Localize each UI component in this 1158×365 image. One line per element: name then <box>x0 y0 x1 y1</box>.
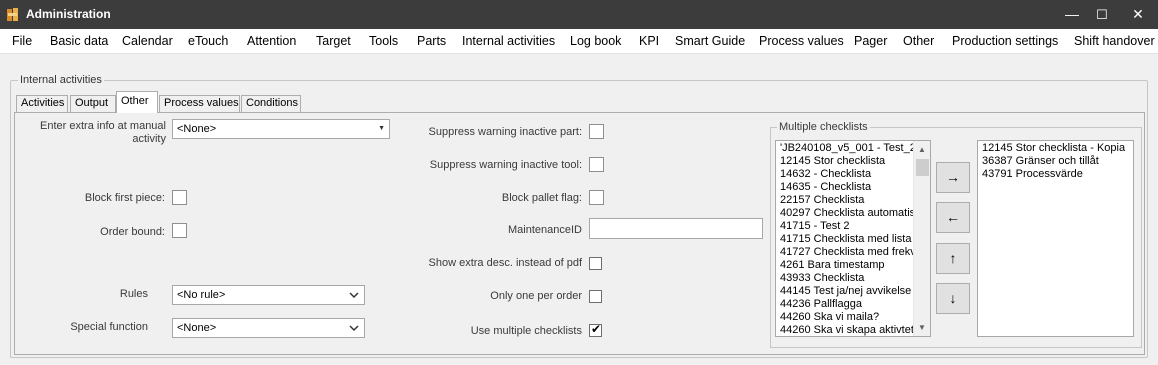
list-scrollbar[interactable]: ▲ ▼ <box>913 141 930 336</box>
block-pallet-checkbox[interactable] <box>589 190 604 205</box>
check-mark-icon: ✔ <box>591 322 602 336</box>
special-function-value: <None> <box>177 322 217 334</box>
scroll-thumb[interactable] <box>916 159 929 176</box>
only-one-per-order-label: Only one per order <box>490 290 582 302</box>
tab-other[interactable]: Other <box>116 91 158 113</box>
title-bar: Administration <box>0 0 1158 29</box>
list-item[interactable]: 12145 Stor checklista - Kopia <box>982 142 1125 154</box>
move-up-button[interactable]: ↑ <box>936 243 970 274</box>
menu-etouch[interactable]: eTouch <box>188 34 228 48</box>
menu-target[interactable]: Target <box>316 34 351 48</box>
suppress-tool-checkbox[interactable] <box>589 157 604 172</box>
show-extra-desc-label: Show extra desc. instead of pdf <box>428 257 582 269</box>
list-item[interactable]: 41715 Checklista med lista <box>780 233 911 245</box>
list-item[interactable]: 12145 Stor checklista <box>780 155 885 167</box>
list-item[interactable]: 44260 Ska vi maila? <box>780 311 879 323</box>
tab-process-values[interactable]: Process values <box>159 95 240 112</box>
chevron-down-icon <box>349 325 359 332</box>
list-item[interactable]: 4261 Bara timestamp <box>780 259 885 271</box>
menu-production-settings[interactable]: Production settings <box>952 34 1058 48</box>
order-bound-checkbox[interactable] <box>172 223 187 238</box>
list-item[interactable]: 22157 Checklista <box>780 194 864 206</box>
block-first-piece-checkbox[interactable] <box>172 190 187 205</box>
list-item[interactable]: 43791 Processvärde <box>982 168 1083 180</box>
rules-label: Rules <box>119 288 148 300</box>
use-multiple-checklists-checkbox[interactable]: ✔ <box>589 322 602 337</box>
maintenance-id-label: MaintenanceID <box>508 224 582 236</box>
tab-activities[interactable]: Activities <box>16 95 68 112</box>
scroll-down-icon[interactable]: ▼ <box>914 319 930 336</box>
menu-log-book[interactable]: Log book <box>570 34 621 48</box>
multiple-checklists-legend: Multiple checklists <box>777 121 870 133</box>
menu-basic-data[interactable]: Basic data <box>50 34 108 48</box>
tab-output[interactable]: Output <box>70 95 116 112</box>
only-one-per-order-checkbox[interactable] <box>589 290 602 303</box>
menu-kpi[interactable]: KPI <box>639 34 659 48</box>
menu-parts[interactable]: Parts <box>417 34 446 48</box>
list-item[interactable]: 44260 Ska vi skapa aktivtet <box>780 324 914 336</box>
suppress-part-checkbox[interactable] <box>589 124 604 139</box>
chevron-down-icon <box>349 292 359 299</box>
tab-conditions[interactable]: Conditions <box>241 95 301 112</box>
menu-shift-handover[interactable]: Shift handover <box>1074 34 1155 48</box>
menu-other[interactable]: Other <box>903 34 934 48</box>
list-item[interactable]: 41715 - Test 2 <box>780 220 850 232</box>
block-pallet-label: Block pallet flag: <box>501 192 582 204</box>
list-item[interactable]: 44145 Test ja/nej avvikelse <box>780 285 911 297</box>
available-checklists-list[interactable]: 'JB240108_v5_001 - Test_2 12145 Stor che… <box>775 140 931 337</box>
window-title: Administration <box>26 7 111 21</box>
list-item[interactable]: 43933 Checklista <box>780 272 864 284</box>
list-item[interactable]: 36387 Gränser och tillåt <box>982 155 1099 167</box>
chevron-down-icon: ▼ <box>378 125 385 132</box>
app-icon <box>7 8 18 21</box>
menu-file[interactable]: File <box>12 34 32 48</box>
use-multiple-checklists-label: Use multiple checklists <box>470 325 582 337</box>
list-item[interactable]: 'JB240108_v5_001 - Test_2 <box>780 142 916 154</box>
menu-smart-guide[interactable]: Smart Guide <box>675 34 745 48</box>
add-checklist-button[interactable]: → <box>936 162 970 193</box>
rules-value: <No rule> <box>177 289 226 301</box>
menu-bar: File Basic data Calendar eTouch Attentio… <box>0 29 1158 54</box>
menu-process-values[interactable]: Process values <box>759 34 844 48</box>
maintenance-id-input[interactable] <box>589 218 763 239</box>
list-item[interactable]: 14632 - Checklista <box>780 168 871 180</box>
special-function-select[interactable]: <None> <box>172 318 365 338</box>
rules-select[interactable]: <No rule> <box>172 285 365 305</box>
show-extra-desc-checkbox[interactable] <box>589 257 602 270</box>
selected-checklists-list[interactable]: 12145 Stor checklista - Kopia 36387 Grän… <box>977 140 1134 337</box>
menu-tools[interactable]: Tools <box>369 34 398 48</box>
special-function-label: Special function <box>70 321 148 333</box>
extra-info-select[interactable]: <None> ▼ <box>172 119 390 139</box>
move-down-button[interactable]: ↓ <box>936 283 970 314</box>
extra-info-label-2: activity <box>132 133 166 145</box>
menu-calendar[interactable]: Calendar <box>122 34 173 48</box>
menu-attention[interactable]: Attention <box>247 34 296 48</box>
extra-info-label: Enter extra info at manual <box>40 120 166 132</box>
list-item[interactable]: 41727 Checklista med frekve <box>780 246 922 258</box>
group-label: Internal activities <box>18 74 104 86</box>
extra-info-value: <None> <box>177 123 217 135</box>
list-item[interactable]: 40297 Checklista automatisk <box>780 207 921 219</box>
suppress-tool-label: Suppress warning inactive tool: <box>429 159 582 171</box>
block-first-piece-label: Block first piece: <box>84 192 165 204</box>
scroll-up-icon[interactable]: ▲ <box>914 141 930 158</box>
list-item[interactable]: 14635 - Checklista <box>780 181 871 193</box>
suppress-part-label: Suppress warning inactive part: <box>428 126 582 138</box>
menu-pager[interactable]: Pager <box>854 34 887 48</box>
remove-checklist-button[interactable]: ← <box>936 202 970 233</box>
menu-internal-activities[interactable]: Internal activities <box>462 34 555 48</box>
list-item[interactable]: 44236 Pallflagga <box>780 298 862 310</box>
close-button[interactable]: ✕ <box>1118 0 1158 29</box>
order-bound-label: Order bound: <box>100 226 165 238</box>
